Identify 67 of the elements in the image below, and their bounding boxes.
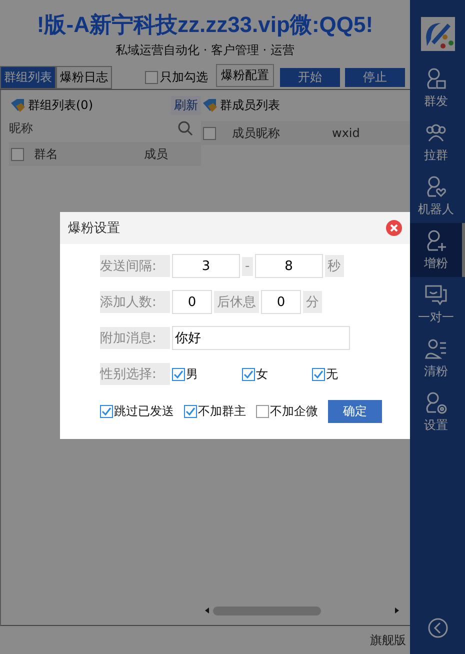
logo-icon — [420, 17, 454, 51]
checkbox[interactable] — [172, 368, 185, 380]
input-field[interactable]: 3 — [172, 254, 240, 278]
checkbox[interactable] — [256, 405, 269, 418]
scrollbar[interactable] — [203, 605, 401, 617]
close-icon[interactable] — [386, 220, 402, 236]
column-header: 成员昵称 — [232, 124, 281, 142]
config-button[interactable]: 爆粉配置 — [216, 64, 274, 87]
sidebar-item[interactable]: 机器人 — [410, 169, 465, 223]
column-header: wxid — [332, 126, 360, 140]
sidebar-item[interactable]: 群发 — [410, 61, 465, 115]
person-gear-icon — [424, 390, 448, 414]
tag-icon — [201, 97, 218, 113]
column-header: 成员 — [144, 146, 168, 162]
checkbox[interactable] — [203, 126, 216, 140]
option-label: 男 — [186, 366, 198, 382]
panel-title: 群组列表(0) — [28, 96, 94, 114]
checkbox-label: 只加勾选 — [160, 69, 208, 86]
app-title: !版-A新宁科技zz.zz33.vip微:QQ5! — [36, 11, 374, 39]
input-field[interactable]: 0 — [261, 290, 301, 314]
separator-label: - — [242, 256, 253, 276]
search-icon — [177, 120, 193, 136]
sidebar-item[interactable]: 增粉 — [410, 223, 465, 277]
checkbox[interactable] — [184, 405, 197, 418]
checkbox[interactable] — [312, 368, 325, 380]
confirm-button[interactable]: 确定 — [328, 400, 382, 423]
field-label: 发送间隔: — [100, 255, 170, 277]
checkbox[interactable] — [100, 405, 113, 418]
field-label: 后休息 — [214, 291, 259, 313]
option-label: 不加群主 — [198, 403, 246, 420]
person-card-icon — [424, 66, 448, 90]
option-label: 无 — [326, 366, 338, 382]
refresh-button[interactable]: 刷新 — [171, 96, 201, 114]
tab[interactable]: 群组列表 — [0, 66, 56, 89]
sidebar-item[interactable]: 清粉 — [410, 331, 465, 385]
panel-title: 群成员列表 — [220, 96, 281, 114]
search-field[interactable]: 昵称 — [9, 121, 177, 135]
chat-icon — [424, 282, 448, 306]
unit-label: 秒 — [324, 255, 344, 277]
start-button[interactable]: 开始 — [280, 68, 340, 87]
sidebar-item[interactable]: 一对一 — [410, 277, 465, 331]
option-label: 不加企微 — [270, 403, 318, 420]
tab[interactable]: 爆粉日志 — [56, 66, 112, 89]
column-header: 群名 — [34, 146, 59, 162]
dialog-title: 爆粉设置 — [68, 220, 120, 237]
checkbox[interactable] — [242, 368, 255, 380]
tag-icon — [9, 97, 26, 113]
input-field[interactable]: 8 — [254, 254, 323, 278]
app-subtitle: 私域运营自动化 · 客户管理 · 运营 — [116, 42, 294, 59]
stop-button[interactable]: 停止 — [345, 68, 405, 87]
field-label: 性别选择: — [100, 363, 170, 385]
sidebar-item[interactable]: 设置 — [410, 385, 465, 439]
person-heart-icon — [424, 174, 448, 198]
option-label: 女 — [256, 366, 268, 382]
person-plus-icon — [424, 228, 448, 252]
option-label: 跳过已发送 — [114, 403, 174, 420]
sidebar-item[interactable]: 拉群 — [410, 115, 465, 169]
checkbox[interactable] — [11, 148, 24, 160]
edition-label: 旗舰版 — [370, 632, 406, 648]
input-field[interactable]: 0 — [172, 290, 212, 314]
person-list-icon — [424, 336, 448, 360]
checkbox[interactable] — [145, 71, 158, 84]
back-icon[interactable] — [426, 617, 448, 639]
input-field[interactable]: 你好 — [172, 326, 350, 350]
field-label: 附加消息: — [100, 327, 170, 349]
field-label: 添加人数: — [100, 291, 170, 313]
unit-label: 分 — [303, 291, 322, 313]
